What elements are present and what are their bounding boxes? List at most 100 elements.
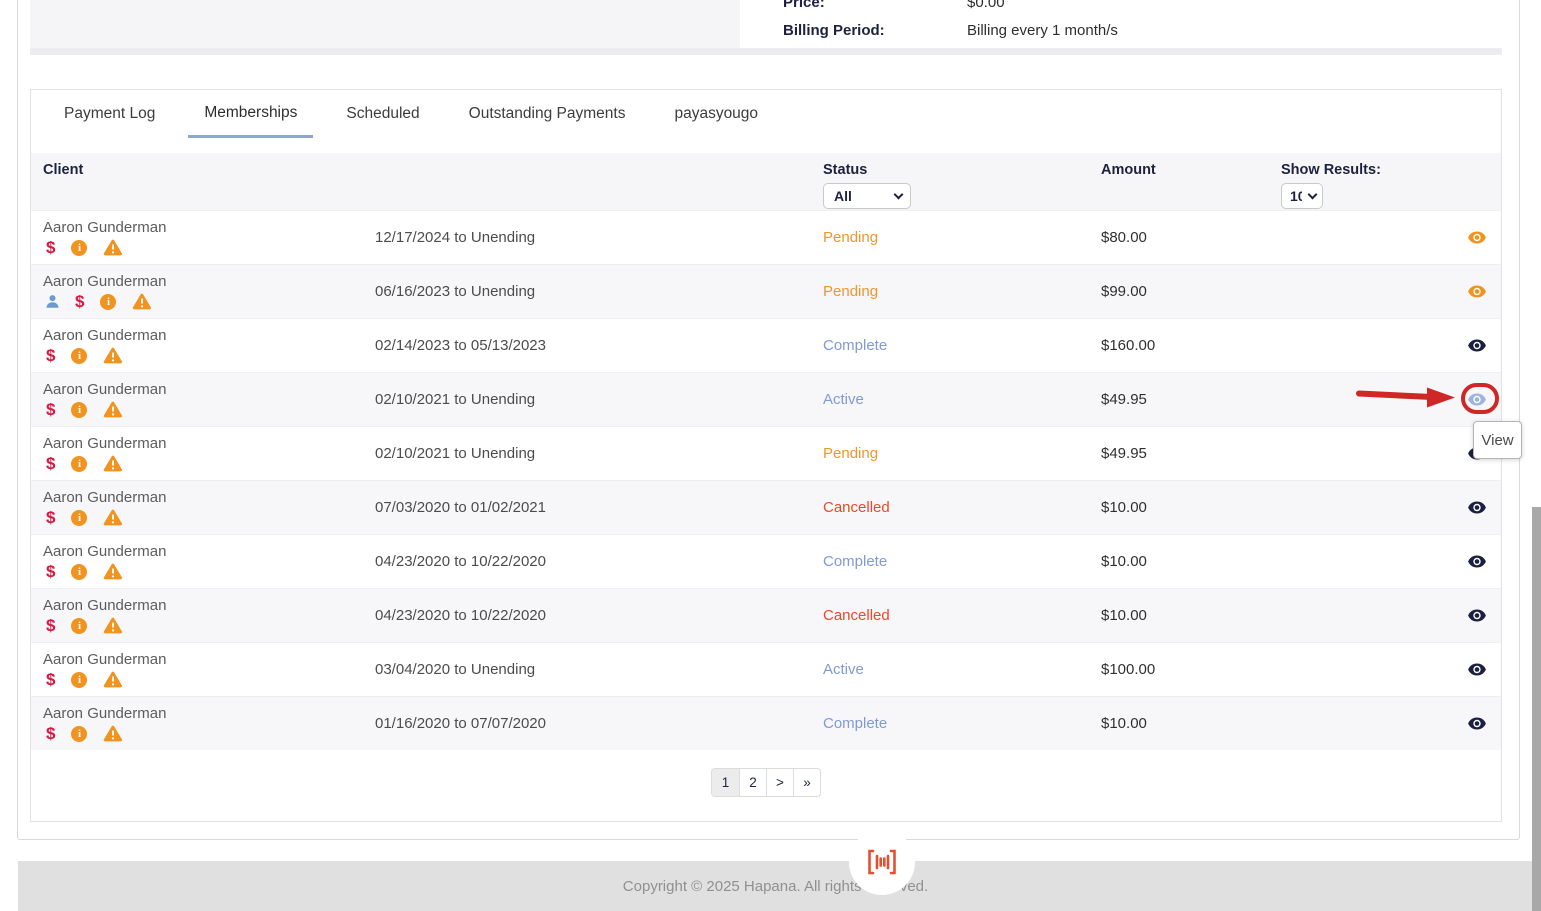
billing-alert-icon[interactable]: $ [46, 347, 55, 364]
info-icon[interactable]: i [71, 456, 87, 472]
amount-value: $49.95 [1101, 445, 1281, 462]
view-eye-icon[interactable] [1468, 555, 1486, 568]
vertical-scrollbar[interactable] [1532, 507, 1541, 911]
tab-scheduled[interactable]: Scheduled [330, 90, 435, 138]
show-results-select[interactable]: 10 [1281, 183, 1323, 209]
info-icon[interactable]: i [71, 402, 87, 418]
view-eye-icon[interactable] [1468, 663, 1486, 676]
tab-outstanding-payments[interactable]: Outstanding Payments [453, 90, 642, 138]
warning-icon[interactable] [103, 401, 123, 418]
price-value: $0.00 [967, 0, 1005, 11]
membership-period: 02/10/2021 to Unending [375, 391, 823, 408]
page-last-button[interactable]: » [793, 769, 820, 796]
show-results-label: Show Results: [1281, 162, 1381, 178]
view-eye-icon[interactable] [1468, 285, 1486, 298]
billing-alert-icon[interactable]: $ [46, 617, 55, 634]
billing-period-label: Billing Period: [783, 22, 967, 39]
billing-alert-icon[interactable]: $ [46, 401, 55, 418]
amount-value: $160.00 [1101, 337, 1281, 354]
billing-alert-icon[interactable]: $ [75, 293, 84, 310]
client-name-link[interactable]: Aaron Gunderman [43, 381, 375, 398]
info-icon[interactable]: i [71, 348, 87, 364]
barcode-fab-button[interactable] [849, 829, 915, 895]
view-eye-icon[interactable] [1468, 339, 1486, 352]
billing-alert-icon[interactable]: $ [46, 671, 55, 688]
view-eye-icon[interactable] [1468, 609, 1486, 622]
page-next-button[interactable]: > [766, 769, 793, 796]
view-eye-icon[interactable] [1468, 231, 1486, 244]
tab-payment-log[interactable]: Payment Log [48, 90, 171, 138]
membership-period: 04/23/2020 to 10/22/2020 [375, 553, 823, 570]
info-icon[interactable]: i [71, 240, 87, 256]
linked-client-icon[interactable] [46, 295, 59, 308]
table-row: Aaron Gunderman $ i 02/10/2021 to Unendi… [31, 372, 1501, 426]
status-text: Complete [823, 715, 1101, 732]
memberships-card: Payment Log Memberships Scheduled Outsta… [30, 89, 1502, 822]
billing-alert-icon[interactable]: $ [46, 509, 55, 526]
tab-bar: Payment Log Memberships Scheduled Outsta… [31, 90, 1501, 146]
tab-payasyougo[interactable]: payasyougo [658, 90, 774, 138]
info-icon[interactable]: i [100, 294, 116, 310]
memberships-page: Price: $0.00 Billing Period: Billing eve… [0, 0, 1541, 911]
amount-value: $10.00 [1101, 715, 1281, 732]
warning-icon[interactable] [103, 239, 123, 256]
page-button-2[interactable]: 2 [739, 769, 766, 796]
pagination-area: 1 2 > » [31, 750, 1501, 821]
info-icon[interactable]: i [71, 726, 87, 742]
table-row: Aaron Gunderman $ i 04/23/2020 to 10/22/… [31, 534, 1501, 588]
info-icon[interactable]: i [71, 510, 87, 526]
status-text: Cancelled [823, 499, 1101, 516]
warning-icon[interactable] [103, 563, 123, 580]
status-filter-select[interactable]: All [823, 183, 911, 209]
client-name-link[interactable]: Aaron Gunderman [43, 597, 375, 614]
billing-alert-icon[interactable]: $ [46, 239, 55, 256]
warning-icon[interactable] [103, 347, 123, 364]
table-row: Aaron Gunderman $ i 02/14/2023 to 05/13/… [31, 318, 1501, 372]
view-eye-icon-highlighted[interactable] [1468, 393, 1486, 406]
footer: Copyright © 2025 Hapana. All rights rese… [18, 861, 1533, 911]
warning-icon[interactable] [103, 509, 123, 526]
billing-alert-icon[interactable]: $ [46, 455, 55, 472]
view-tooltip: View [1473, 421, 1522, 459]
info-icon[interactable]: i [71, 564, 87, 580]
client-name-link[interactable]: Aaron Gunderman [43, 219, 375, 236]
table-row: Aaron Gunderman $ i 01/16/2020 to 07/07/… [31, 696, 1501, 750]
client-name-link[interactable]: Aaron Gunderman [43, 705, 375, 722]
page-button-1[interactable]: 1 [712, 769, 739, 796]
warning-icon[interactable] [132, 293, 152, 310]
view-tooltip-label: View [1481, 432, 1513, 449]
warning-icon[interactable] [103, 617, 123, 634]
billing-alert-icon[interactable]: $ [46, 725, 55, 742]
billing-alert-icon[interactable]: $ [46, 563, 55, 580]
tab-memberships[interactable]: Memberships [188, 90, 313, 138]
warning-icon[interactable] [103, 671, 123, 688]
details-divider [30, 48, 1502, 55]
membership-period: 04/23/2020 to 10/22/2020 [375, 607, 823, 624]
client-name-link[interactable]: Aaron Gunderman [43, 651, 375, 668]
client-name-link[interactable]: Aaron Gunderman [43, 327, 375, 344]
amount-value: $10.00 [1101, 499, 1281, 516]
price-row: Price: $0.00 [783, 0, 1005, 11]
membership-details-section: Price: $0.00 Billing Period: Billing eve… [30, 0, 1502, 55]
info-icon[interactable]: i [71, 618, 87, 634]
view-eye-icon[interactable] [1468, 501, 1486, 514]
table-row: Aaron Gunderman $ i 04/23/2020 to 10/22/… [31, 588, 1501, 642]
warning-icon[interactable] [103, 455, 123, 472]
status-text: Pending [823, 229, 1101, 246]
warning-icon[interactable] [103, 725, 123, 742]
client-name-link[interactable]: Aaron Gunderman [43, 543, 375, 560]
table-row: Aaron Gunderman $ i 07/03/2020 to 01/02/… [31, 480, 1501, 534]
status-filter-label: Status [823, 162, 867, 178]
client-name-link[interactable]: Aaron Gunderman [43, 435, 375, 452]
pagination: 1 2 > » [711, 768, 821, 797]
price-label: Price: [783, 0, 967, 11]
amount-value: $49.95 [1101, 391, 1281, 408]
status-text: Active [823, 661, 1101, 678]
view-eye-icon[interactable] [1468, 717, 1486, 730]
status-text: Pending [823, 445, 1101, 462]
client-name-link[interactable]: Aaron Gunderman [43, 489, 375, 506]
info-icon[interactable]: i [71, 672, 87, 688]
client-name-link[interactable]: Aaron Gunderman [43, 273, 375, 290]
status-text: Active [823, 391, 1101, 408]
table-row: Aaron Gunderman $ i 02/10/2021 to Unendi… [31, 426, 1501, 480]
